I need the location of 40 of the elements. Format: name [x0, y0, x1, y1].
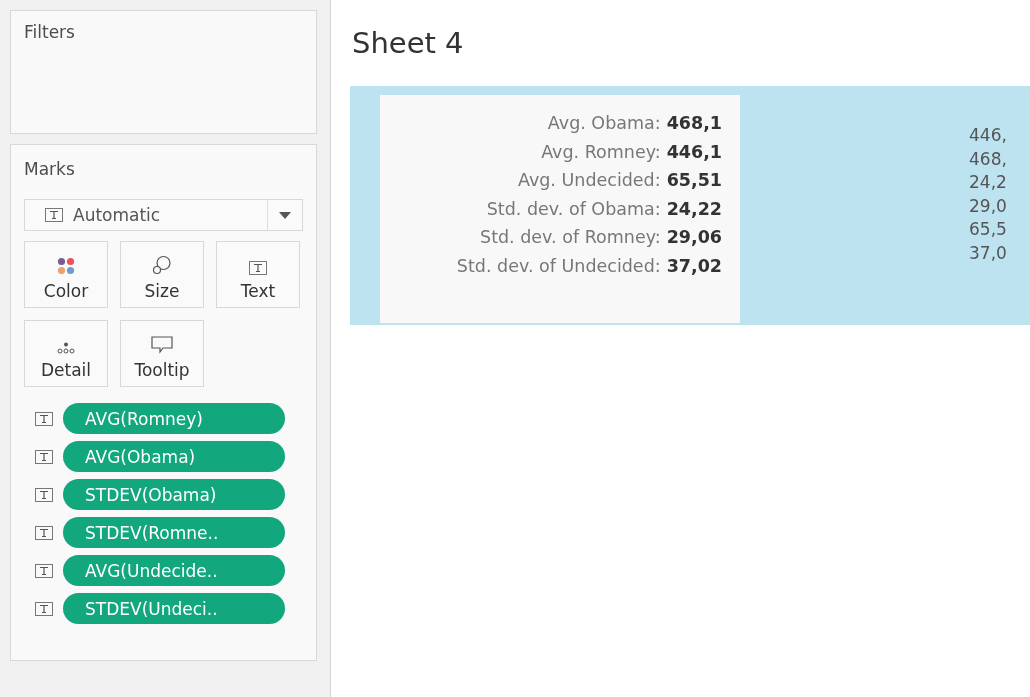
- text-icon: [249, 261, 267, 275]
- tooltip-value: 65,51: [666, 169, 722, 192]
- tooltip-label: Avg. Obama:: [547, 112, 661, 135]
- color-dots-icon: [57, 257, 75, 275]
- dots-icon: [56, 342, 76, 354]
- speech-bubble-icon: [151, 336, 173, 354]
- color-button[interactable]: Color: [24, 241, 108, 308]
- value-text: 468,: [969, 147, 1007, 171]
- tooltip-value: 24,22: [666, 197, 722, 221]
- value-text: 29,0: [969, 194, 1007, 218]
- value-text: 446,: [969, 124, 1007, 147]
- tooltip-label: Std. dev. of Undecided:: [456, 254, 661, 278]
- text-icon: [35, 487, 53, 502]
- panel-title: Filters: [24, 22, 76, 42]
- tooltip-label: Std. dev. of Obama:: [486, 197, 661, 221]
- circles-icon: [152, 255, 172, 275]
- text-button[interactable]: Text: [216, 241, 300, 308]
- tooltip-label: Avg. Undecided:: [517, 169, 661, 192]
- tooltip-label: Std. dev. of Romney:: [480, 226, 661, 249]
- tooltip-value: 37,02: [666, 254, 722, 278]
- text-icon: [35, 563, 53, 578]
- text-icon: [35, 411, 53, 426]
- tooltip-value: 29,06: [666, 226, 722, 249]
- value-text: 24,2: [969, 171, 1007, 195]
- text-icon: [35, 601, 53, 616]
- text-icon: [35, 525, 53, 540]
- tooltip-label: Avg. Romney:: [541, 140, 661, 164]
- mark-type-dropdown[interactable]: Automatic: [24, 199, 303, 231]
- size-button[interactable]: Size: [120, 241, 204, 308]
- text-icon: [45, 208, 63, 222]
- tooltip-button[interactable]: Tooltip: [120, 320, 204, 387]
- value-text: 65,5: [969, 218, 1007, 242]
- text-icon: [35, 449, 53, 464]
- value-text: 37,0: [969, 241, 1007, 265]
- tooltip-value: 446,1: [666, 140, 722, 164]
- detail-button[interactable]: Detail: [24, 320, 108, 387]
- sheet-title: Sheet 4: [352, 25, 465, 62]
- tooltip-value: 468,1: [666, 112, 722, 135]
- caret-icon: [279, 211, 291, 219]
- panel-title: Marks: [24, 159, 76, 179]
